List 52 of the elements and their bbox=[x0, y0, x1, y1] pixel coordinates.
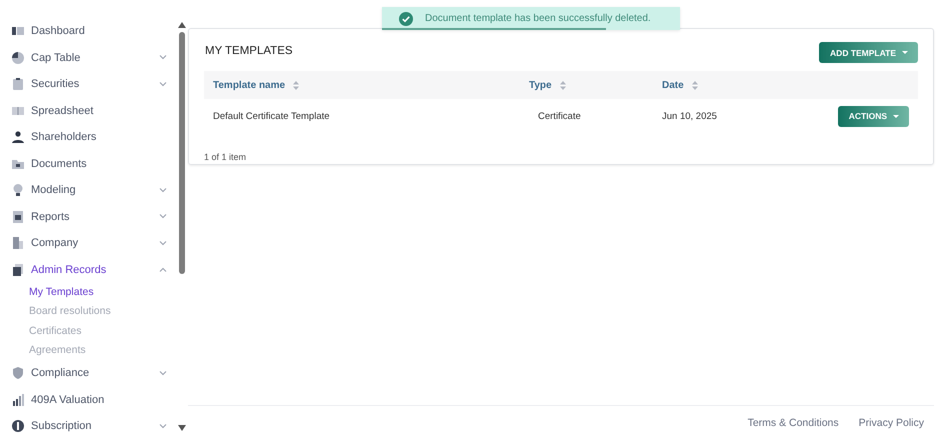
column-header[interactable]: Type bbox=[529, 80, 552, 90]
table-cell-text: Certificate bbox=[537, 110, 582, 122]
card-title: MY TEMPLATES bbox=[205, 45, 293, 57]
sidebar-item[interactable]: Dashboard bbox=[0, 18, 176, 44]
files-icon bbox=[11, 262, 25, 277]
footer-link[interactable]: Privacy Policy bbox=[858, 416, 924, 428]
sidebar-item[interactable]: Spreadsheet bbox=[0, 98, 176, 124]
sidebar-item[interactable]: Cap Table bbox=[0, 44, 176, 71]
column-header[interactable]: Template name bbox=[213, 80, 286, 90]
sidebar-item[interactable]: 409A Valuation bbox=[0, 386, 176, 414]
pagination-text: 1 of 1 item bbox=[204, 152, 246, 162]
clipboard-icon bbox=[11, 77, 25, 92]
bar-chart-icon bbox=[11, 392, 25, 407]
sidebar-subitem[interactable]: My Templates bbox=[0, 283, 94, 302]
report-icon bbox=[11, 210, 25, 224]
actions-button[interactable]: ACTIONS bbox=[838, 106, 909, 126]
sidebar-item[interactable]: Shareholders bbox=[0, 124, 176, 150]
sort-icon[interactable] bbox=[293, 80, 300, 90]
toast-message: Document template has been successfully deleted. bbox=[425, 13, 651, 24]
sidebar-item[interactable]: Documents bbox=[0, 150, 176, 177]
pie-chart-icon bbox=[11, 50, 25, 65]
scroll-up-icon[interactable] bbox=[178, 22, 186, 28]
sidebar-item[interactable]: Admin Records bbox=[0, 256, 176, 283]
sort-icon[interactable] bbox=[692, 80, 698, 90]
scrollbar-thumb[interactable] bbox=[179, 32, 185, 274]
shield-icon bbox=[11, 366, 25, 380]
sidebar-item[interactable]: Subscription bbox=[0, 413, 176, 439]
chevron-icon[interactable] bbox=[159, 55, 167, 60]
sort-icon[interactable] bbox=[560, 80, 566, 90]
sidebar-item[interactable]: Securities bbox=[0, 71, 176, 98]
sidebar-item[interactable]: Reports bbox=[0, 204, 176, 230]
chevron-icon[interactable] bbox=[159, 424, 167, 429]
sidebar-item[interactable]: Compliance bbox=[0, 360, 176, 387]
chevron-icon[interactable] bbox=[159, 240, 167, 246]
sidebar-item[interactable]: Company bbox=[0, 230, 176, 256]
chevron-icon[interactable] bbox=[159, 370, 167, 376]
building-icon bbox=[11, 236, 25, 250]
table-cell-text: Default Certificate Template bbox=[212, 110, 331, 122]
scroll-down-icon[interactable] bbox=[178, 425, 186, 431]
table-cell-text: Jun 10, 2025 bbox=[662, 110, 718, 122]
sidebar-item[interactable]: Modeling bbox=[0, 177, 176, 204]
chevron-icon[interactable] bbox=[159, 267, 167, 272]
coin-icon bbox=[11, 419, 25, 434]
chevron-icon[interactable] bbox=[159, 214, 167, 220]
chevron-icon[interactable] bbox=[159, 188, 167, 193]
footer-link[interactable]: Terms & Conditions bbox=[748, 416, 839, 428]
chevron-icon[interactable] bbox=[159, 82, 167, 87]
person-icon bbox=[11, 130, 25, 144]
column-header[interactable]: Date bbox=[662, 80, 684, 90]
add-template-button[interactable]: ADD TEMPLATE bbox=[819, 42, 918, 63]
check-circle-icon bbox=[399, 12, 413, 26]
bulb-icon bbox=[11, 183, 25, 198]
